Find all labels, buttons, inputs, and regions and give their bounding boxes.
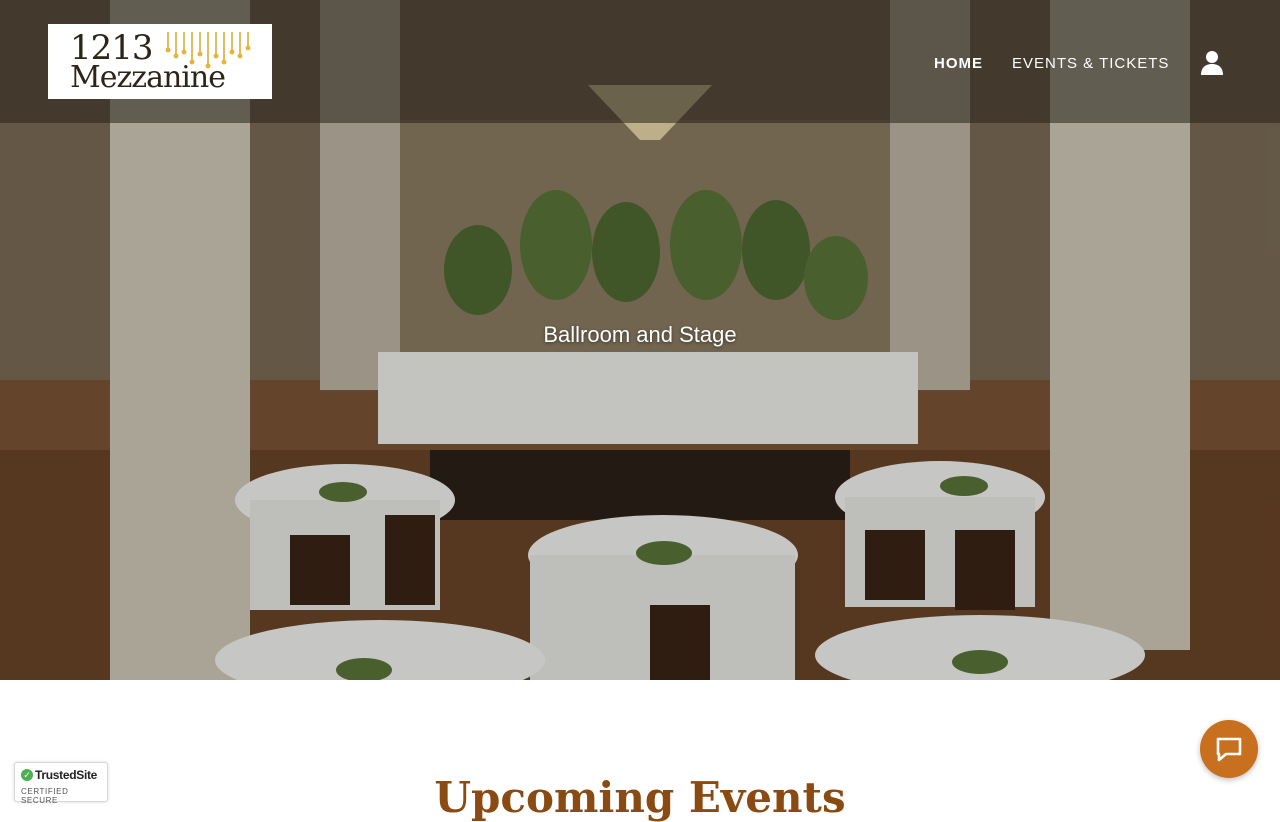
site-header: 1213 Mezzanine HOME EVENTS & TICKETS	[0, 0, 1280, 123]
trustedsite-badge[interactable]: ✓ TrustedSite CERTIFIED SECURE	[14, 762, 108, 805]
badge-name: TrustedSite	[35, 768, 98, 782]
chandelier-logo-icon	[165, 32, 251, 69]
chat-bubble-icon	[1216, 737, 1242, 762]
badge-subtitle: CERTIFIED SECURE	[21, 787, 69, 805]
hero-caption: Ballroom and Stage	[543, 322, 737, 347]
nav-events-tickets[interactable]: EVENTS & TICKETS	[1012, 55, 1169, 72]
chat-button[interactable]	[1200, 720, 1258, 778]
user-icon[interactable]	[1200, 50, 1224, 76]
check-icon: ✓	[21, 769, 33, 781]
section-title-upcoming-events: Upcoming Events	[434, 772, 846, 822]
site-logo[interactable]: 1213 Mezzanine	[48, 24, 272, 99]
nav-home[interactable]: HOME	[934, 55, 983, 72]
